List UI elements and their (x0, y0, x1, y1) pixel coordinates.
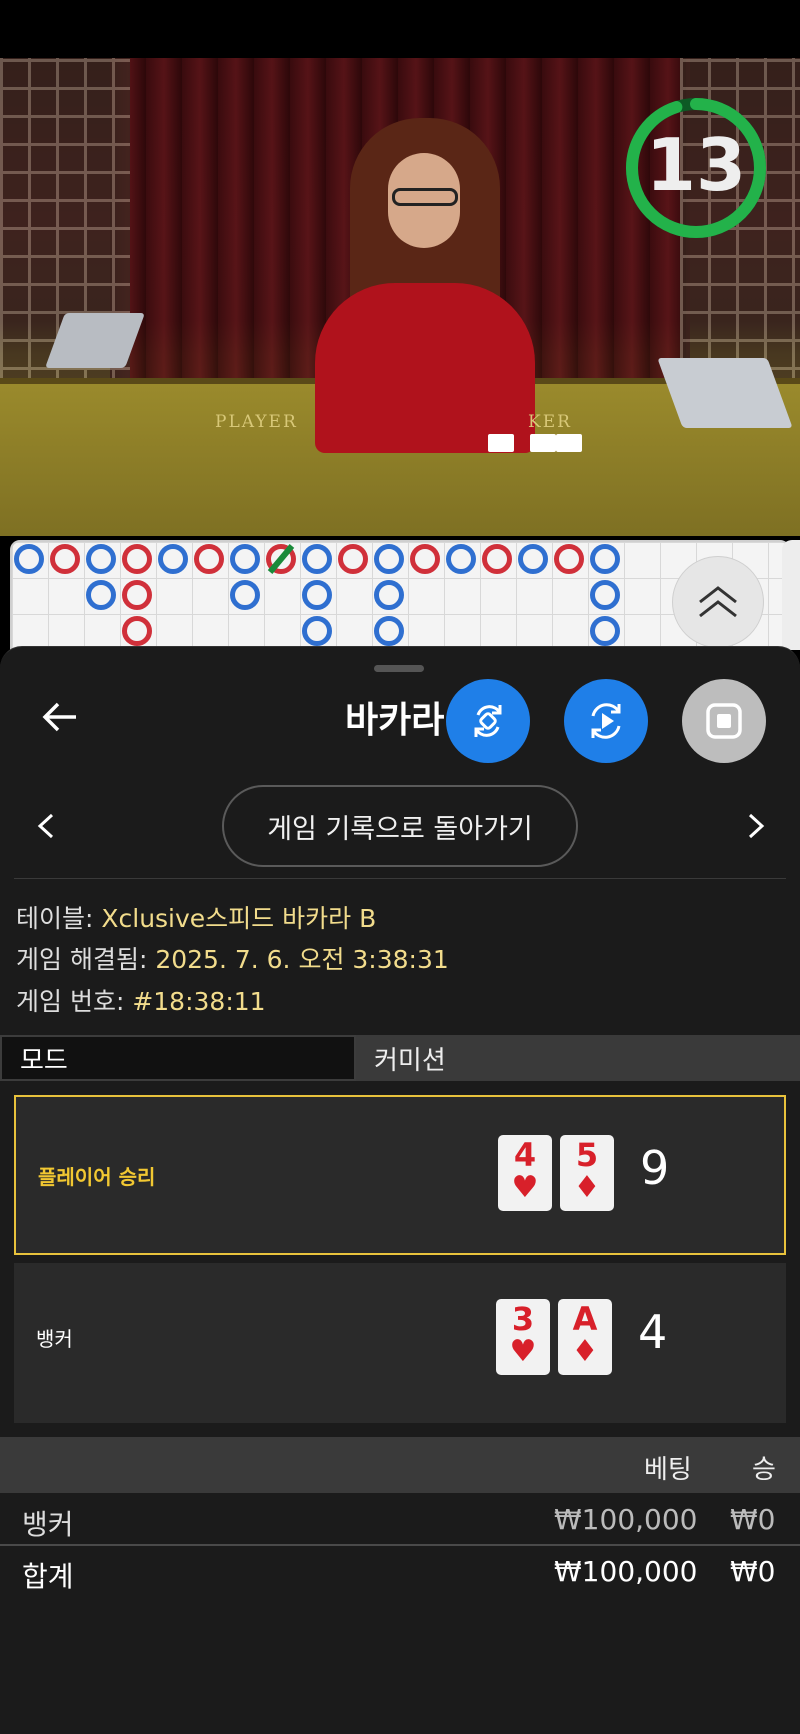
status-bar (0, 0, 800, 58)
playing-card: 5 ♦ (560, 1135, 614, 1211)
replay-icon (591, 703, 621, 739)
banker-bead (554, 544, 584, 574)
tab-commission[interactable]: 커미션 (356, 1035, 800, 1081)
chevron-left-icon[interactable] (34, 811, 58, 841)
page-title: 바카라 (345, 700, 445, 741)
win-amount: ₩0 (730, 1503, 776, 1536)
total-row: 합계 ₩100,000 ₩0 (0, 1547, 800, 1597)
total-win-amount: ₩0 (730, 1555, 776, 1588)
bet-row: 뱅커 ₩100,000 ₩0 (0, 1495, 800, 1545)
table-card (488, 434, 514, 452)
player-bead (158, 544, 188, 574)
table-card (556, 434, 582, 452)
banker-hand: 뱅커 3 ♥ A ♦ 4 (14, 1263, 786, 1423)
banker-bead (482, 544, 512, 574)
rotate-icon (474, 705, 502, 737)
banker-bead (122, 616, 152, 646)
back-arrow-icon[interactable] (40, 697, 80, 737)
player-bead (374, 544, 404, 574)
player-bead (230, 544, 260, 574)
banker-hand-total: 4 (638, 1305, 668, 1359)
divider (14, 878, 786, 879)
bets-header: 베팅 승 (0, 1437, 800, 1493)
player-bead (374, 580, 404, 610)
bet-column-header: 베팅 (644, 1455, 692, 1485)
back-to-history-button[interactable]: 게임 기록으로 돌아가기 (222, 785, 578, 867)
replay-button[interactable] (564, 679, 648, 763)
divider (0, 1544, 800, 1546)
bet-name: 뱅커 (22, 1508, 74, 1541)
win-column-header: 승 (752, 1455, 776, 1485)
player-hand-label: 플레이어 승리 (38, 1165, 156, 1189)
game-history-panel: 바카라 게임 기록으로 돌아가기 테이블: Xclusive스피드 바카라 B … (0, 646, 800, 1734)
player-hand-total: 9 (640, 1141, 670, 1195)
total-bet-amount: ₩100,000 (554, 1555, 698, 1588)
expand-roadmap-button[interactable] (672, 556, 764, 648)
chevron-right-icon[interactable] (744, 811, 768, 841)
player-bead (302, 544, 332, 574)
player-bead (590, 616, 620, 646)
player-bead (374, 616, 404, 646)
side-panel-edge (782, 540, 800, 650)
felt-player-label: PLAYER (215, 412, 298, 432)
player-bead (518, 544, 548, 574)
player-hand: 플레이어 승리 4 ♥ 5 ♦ 9 (14, 1095, 786, 1255)
drag-handle[interactable] (374, 665, 424, 672)
player-bead (14, 544, 44, 574)
countdown-timer: 13 (645, 123, 747, 207)
rotate-button[interactable] (446, 679, 530, 763)
table-card (530, 434, 556, 452)
banker-bead (122, 580, 152, 610)
banker-bead (122, 544, 152, 574)
stop-button[interactable] (682, 679, 766, 763)
player-bead (302, 616, 332, 646)
double-chevron-up-icon (699, 586, 737, 618)
player-bead (590, 580, 620, 610)
banker-bead (338, 544, 368, 574)
player-bead (302, 580, 332, 610)
tab-mode[interactable]: 모드 (0, 1035, 356, 1081)
player-bead (590, 544, 620, 574)
total-label: 합계 (22, 1560, 74, 1593)
player-bead (86, 580, 116, 610)
game-number-info: 게임 번호: #18:38:11 (16, 987, 266, 1016)
banker-hand-label: 뱅커 (36, 1327, 73, 1351)
stop-icon (706, 703, 742, 739)
player-bead (446, 544, 476, 574)
banker-bead (50, 544, 80, 574)
resolved-info: 게임 해결됨: 2025. 7. 6. 오전 3:38:31 (16, 945, 449, 974)
playing-card: 4 ♥ (498, 1135, 552, 1211)
playing-card: 3 ♥ (496, 1299, 550, 1375)
player-bead (230, 580, 260, 610)
player-bead (86, 544, 116, 574)
bet-amount: ₩100,000 (554, 1503, 698, 1536)
table-info: 테이블: Xclusive스피드 바카라 B (16, 904, 377, 933)
banker-bead (194, 544, 224, 574)
playing-card: A ♦ (558, 1299, 612, 1375)
banker-bead (410, 544, 440, 574)
felt-banker-label: KER (528, 412, 572, 432)
dealer (310, 98, 550, 453)
